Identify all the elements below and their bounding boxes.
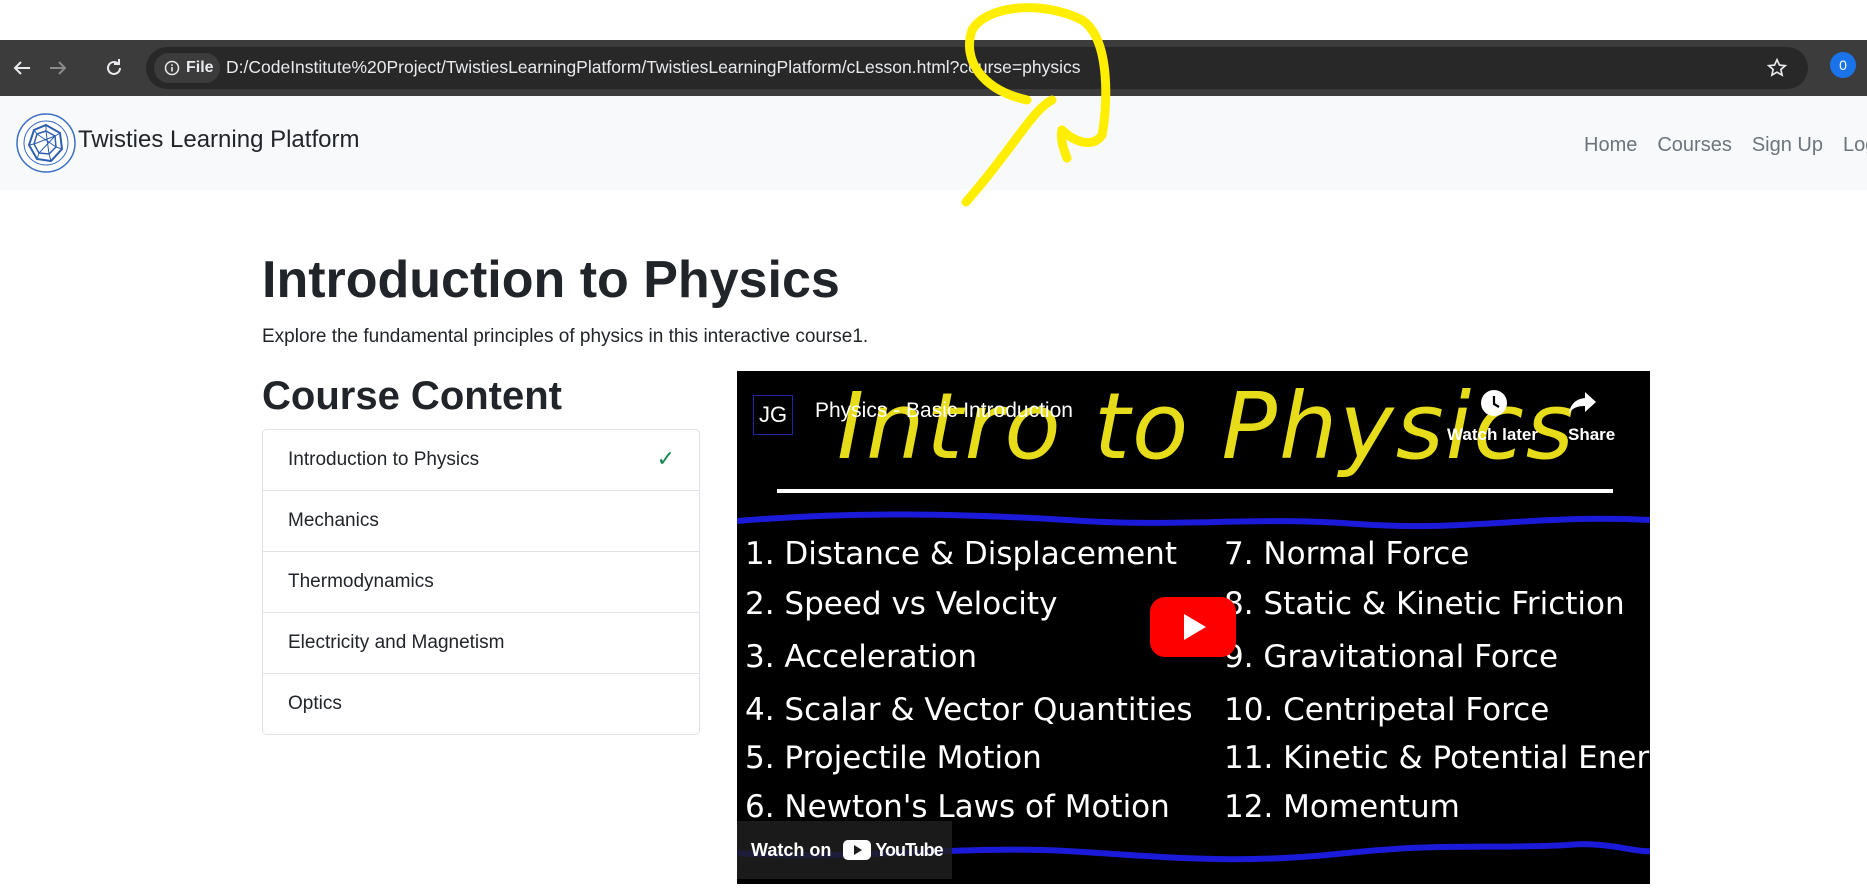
nav-link-courses[interactable]: Courses — [1657, 134, 1731, 157]
topic-item: 12. Momentum — [1224, 789, 1460, 825]
brand-name[interactable]: Twisties Learning Platform — [78, 126, 359, 154]
topic-item: 4. Scalar & Vector Quantities — [745, 692, 1193, 728]
top-blank-area — [0, 0, 1867, 40]
topic-item: 8. Static & Kinetic Friction — [1224, 586, 1625, 622]
watch-on-label: Watch on — [751, 839, 832, 860]
nav-links: Home Courses Sign Up Log — [1584, 134, 1867, 157]
course-item-mechanics[interactable]: Mechanics — [263, 490, 699, 551]
channel-avatar[interactable]: JG — [753, 395, 793, 435]
course-item-thermodynamics[interactable]: Thermodynamics — [263, 551, 699, 612]
youtube-wordmark: YouTube — [875, 839, 943, 860]
topic-item: 3. Acceleration — [745, 639, 978, 675]
course-item-label: Thermodynamics — [288, 571, 434, 592]
reload-icon[interactable] — [102, 56, 126, 80]
nav-link-sign-up[interactable]: Sign Up — [1752, 134, 1823, 157]
logo-icon — [16, 113, 76, 173]
course-item-introduction[interactable]: Introduction to Physics ✓ — [263, 430, 699, 490]
browser-toolbar: File D:/CodeInstitute%20Project/Twisties… — [0, 40, 1867, 96]
topic-item: 10. Centripetal Force — [1224, 692, 1550, 728]
topic-item: 2. Speed vs Velocity — [745, 586, 1058, 622]
site-navbar: Twisties Learning Platform Home Courses … — [0, 96, 1867, 190]
topic-item: 7. Normal Force — [1224, 536, 1470, 572]
checkmark-icon: ✓ — [656, 446, 675, 471]
share-label[interactable]: Share — [1568, 425, 1615, 445]
course-item-label: Mechanics — [288, 510, 379, 531]
bookmark-star-icon[interactable] — [1766, 57, 1788, 79]
url-text[interactable]: D:/CodeInstitute%20Project/TwistiesLearn… — [226, 57, 1081, 78]
profile-avatar[interactable]: 0 — [1830, 52, 1856, 78]
youtube-play-icon[interactable] — [1150, 597, 1236, 657]
watch-on-youtube-button[interactable]: Watch on YouTube — [737, 821, 952, 879]
nav-link-home[interactable]: Home — [1584, 134, 1637, 157]
address-bar[interactable]: File D:/CodeInstitute%20Project/Twisties… — [146, 47, 1808, 89]
video-title[interactable]: Physics - Basic Introduction — [815, 399, 1073, 423]
info-icon — [164, 60, 180, 76]
course-item-electricity[interactable]: Electricity and Magnetism — [263, 612, 699, 673]
forward-arrow-icon[interactable] — [46, 56, 70, 80]
course-item-label: Electricity and Magnetism — [288, 632, 505, 653]
thumbnail-underline — [777, 489, 1613, 493]
site-info-chip[interactable]: File — [154, 53, 220, 83]
watch-later-label[interactable]: Watch later — [1447, 425, 1538, 445]
share-icon[interactable] — [1568, 389, 1598, 417]
nav-link-login[interactable]: Log — [1843, 134, 1867, 157]
page-title: Introduction to Physics — [262, 251, 840, 309]
back-arrow-icon[interactable] — [10, 56, 34, 80]
course-item-optics[interactable]: Optics — [263, 673, 699, 734]
course-list: Introduction to Physics ✓ Mechanics Ther… — [262, 429, 700, 735]
topic-item: 5. Projectile Motion — [745, 740, 1042, 776]
file-label: File — [186, 59, 214, 76]
topic-item: 11. Kinetic & Potential Energy — [1224, 740, 1650, 776]
topic-item: 6. Newton's Laws of Motion — [745, 789, 1170, 825]
course-item-label: Optics — [288, 693, 342, 714]
course-item-label: Introduction to Physics — [288, 449, 480, 470]
page-subtitle: Explore the fundamental principles of ph… — [262, 326, 869, 347]
topic-item: 1. Distance & Displacement — [745, 536, 1177, 572]
topic-item: 9. Gravitational Force — [1224, 639, 1559, 675]
youtube-logo-icon: YouTube — [843, 839, 944, 861]
video-player[interactable]: Intro to Physics JG Physics - Basic Intr… — [737, 371, 1650, 884]
clock-icon[interactable] — [1480, 389, 1508, 417]
course-content-heading: Course Content — [262, 374, 562, 418]
